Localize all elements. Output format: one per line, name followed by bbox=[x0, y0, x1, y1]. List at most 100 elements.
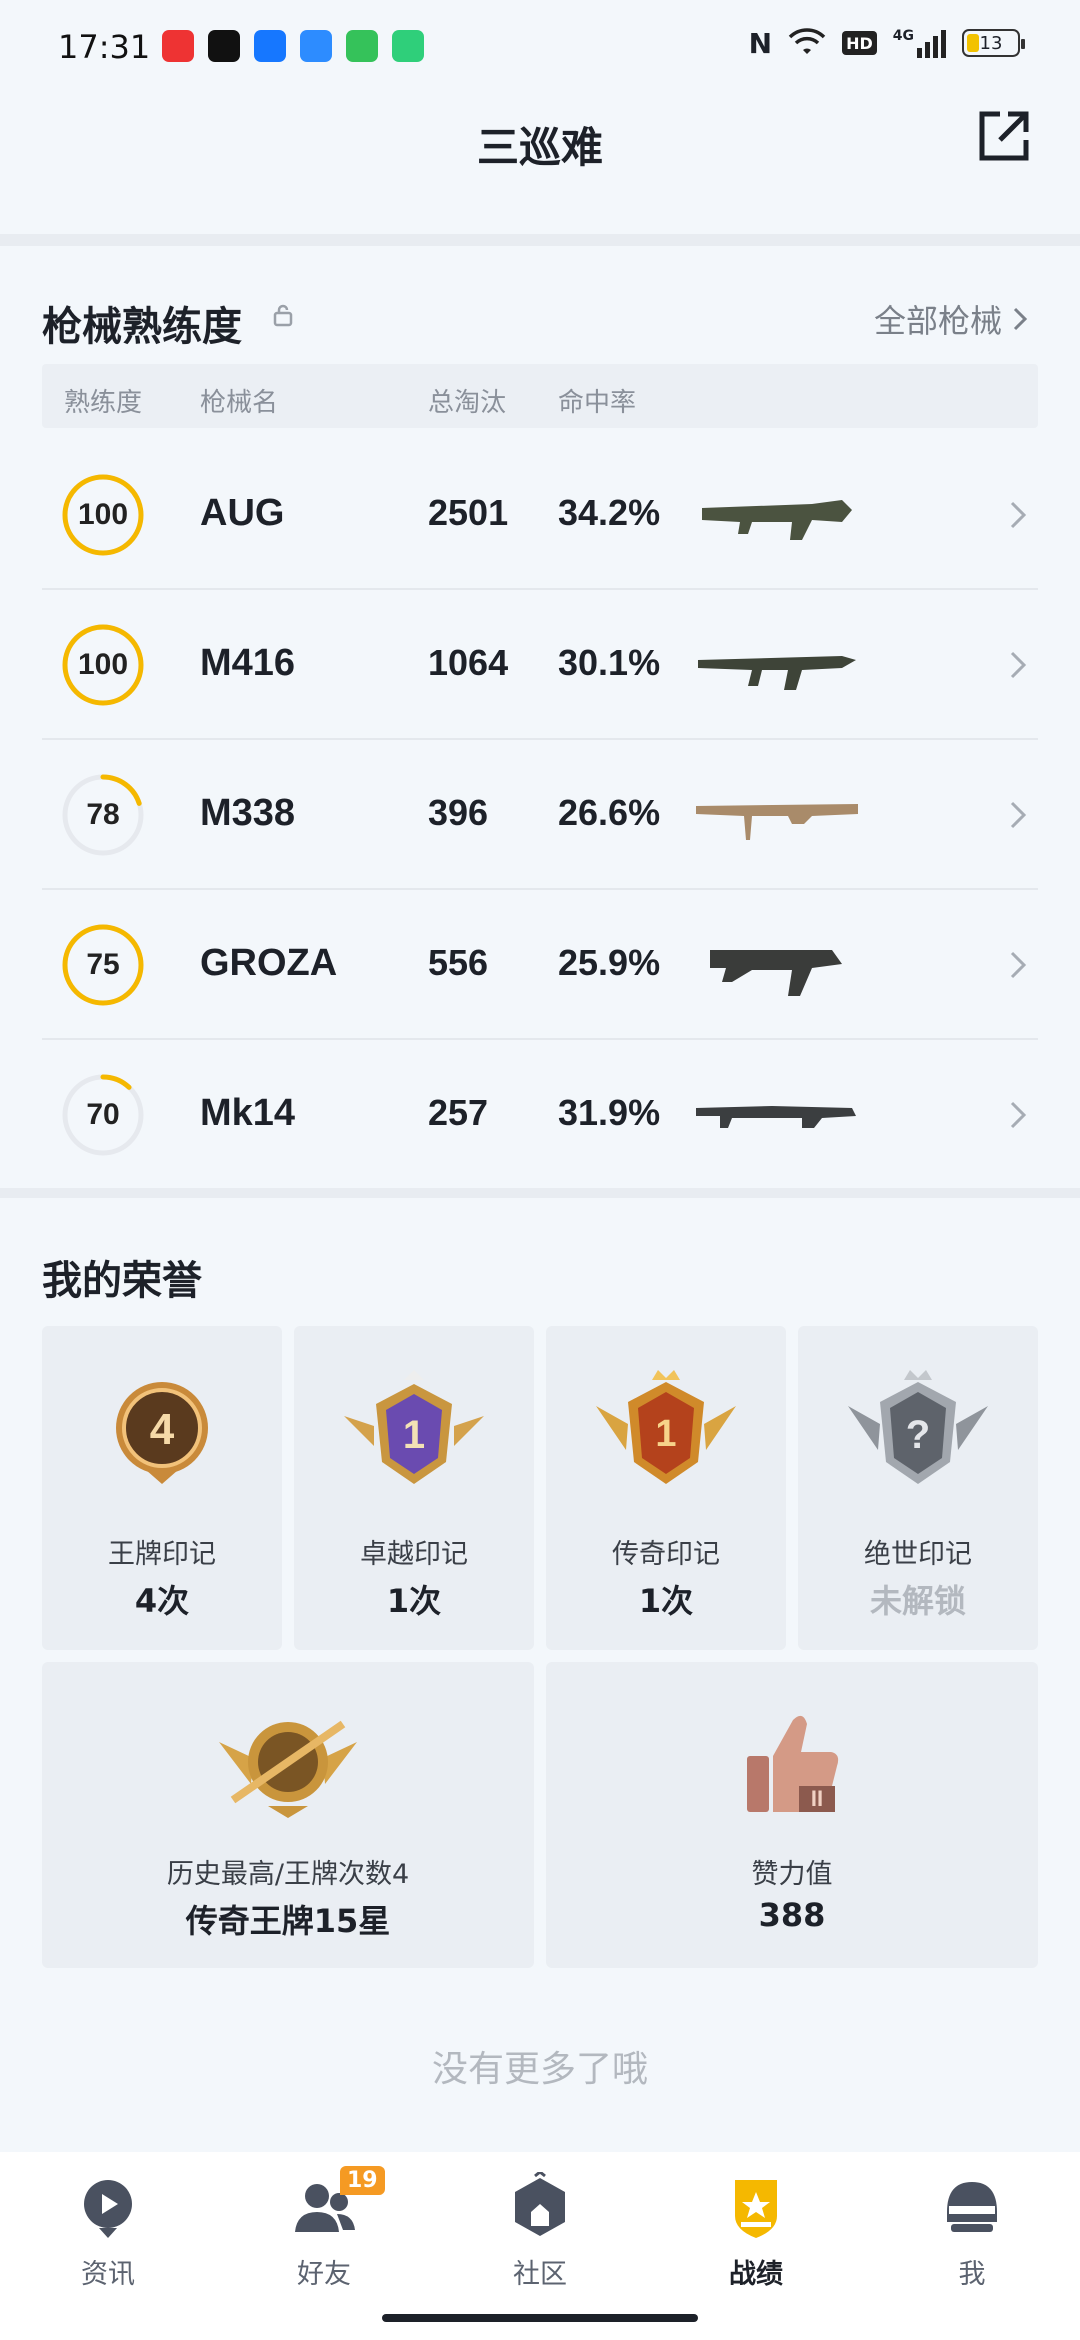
helmet-icon bbox=[947, 2182, 997, 2232]
network-type: 4G bbox=[892, 28, 914, 44]
honor-card-unrivaled[interactable]: ? 绝世印记 未解锁 bbox=[798, 1326, 1038, 1650]
tiktok-icon bbox=[208, 30, 240, 62]
nav-item-friends[interactable]: 19 好友 bbox=[244, 2166, 404, 2292]
section-divider-2 bbox=[0, 1188, 1080, 1198]
no-more-text: 没有更多了哦 bbox=[431, 2049, 648, 2090]
thumbs-up-icon: II bbox=[747, 1715, 839, 1812]
chevron-right-icon bbox=[1010, 651, 1027, 679]
mastery-value: 75 bbox=[86, 948, 120, 981]
page-header: 三巡难 bbox=[0, 96, 1080, 234]
honor-value: 4次 bbox=[134, 1582, 190, 1620]
legend-emblem-icon: 1 bbox=[596, 1370, 736, 1484]
status-app-icons bbox=[162, 30, 424, 62]
weapon-mastery-title: 枪械熟练度 bbox=[42, 304, 242, 350]
weapon-image-icon bbox=[710, 950, 842, 996]
all-weapons-link[interactable]: 全部枪械 bbox=[874, 296, 1028, 342]
chevron-right-icon bbox=[1013, 307, 1028, 331]
weapon-hit-rate: 30.1% bbox=[558, 642, 661, 683]
honor-value: 1次 bbox=[386, 1582, 442, 1620]
weapon-row[interactable]: 70 Mk14 257 31.9% bbox=[42, 1040, 1038, 1190]
nav-label-me: 我 bbox=[958, 2259, 986, 2290]
svg-text:1: 1 bbox=[655, 1413, 676, 1455]
svg-text:1: 1 bbox=[403, 1413, 425, 1457]
message-icon bbox=[346, 30, 378, 62]
honor-value: 388 bbox=[758, 1896, 826, 1934]
honor-card-ace[interactable]: 4 王牌印记 4次 bbox=[42, 1326, 282, 1650]
chevron-right-icon bbox=[1010, 501, 1027, 529]
weapon-kills: 2501 bbox=[428, 492, 509, 533]
battery-app-icon bbox=[392, 30, 424, 62]
alipay-icon bbox=[254, 30, 286, 62]
friends-badge: 19 bbox=[340, 2166, 385, 2195]
chevron-right-icon bbox=[1010, 951, 1027, 979]
col-kills: 总淘汰 bbox=[428, 388, 507, 418]
weapon-hit-rate: 31.9% bbox=[558, 1092, 661, 1133]
honors-title: 我的荣誉 bbox=[42, 1258, 202, 1304]
section-divider bbox=[0, 234, 1080, 246]
community-icon bbox=[515, 2172, 565, 2236]
weapon-row[interactable]: 78 M338 396 26.6% bbox=[42, 740, 1038, 890]
excellence-emblem-icon: 1 bbox=[344, 1370, 484, 1484]
bottom-nav: 资讯 19 好友 社区 战绩 我 bbox=[0, 2152, 1080, 2340]
weapon-name: Mk14 bbox=[200, 1092, 296, 1134]
weapon-row[interactable]: 75 GROZA 556 25.9% bbox=[42, 890, 1038, 1040]
wifi-icon bbox=[788, 28, 826, 54]
nav-item-community[interactable]: 社区 bbox=[460, 2172, 620, 2292]
nav-item-news[interactable]: 资讯 bbox=[28, 2172, 188, 2292]
status-bar: 17:31 N HD 4G 13 bbox=[0, 0, 1080, 96]
chevron-right-icon bbox=[1010, 1101, 1027, 1129]
weapon-kills: 396 bbox=[428, 792, 489, 833]
honor-label: 赞力值 bbox=[751, 1859, 833, 1890]
mastery-value: 70 bbox=[86, 1098, 120, 1131]
status-indicators: N HD 4G 13 bbox=[749, 27, 1025, 60]
highest-rank-emblem-icon bbox=[219, 1720, 357, 1818]
honor-label: 传奇印记 bbox=[612, 1539, 720, 1570]
weapon-image-icon bbox=[696, 1106, 856, 1128]
nav-item-stats[interactable]: 战绩 bbox=[676, 2172, 836, 2292]
svg-text:?: ? bbox=[906, 1413, 930, 1457]
weapon-name: AUG bbox=[200, 492, 285, 534]
hd-icon: HD bbox=[842, 31, 877, 55]
honor-value: 传奇王牌15星 bbox=[185, 1902, 391, 1940]
col-hit-rate: 命中率 bbox=[558, 388, 637, 418]
share-icon[interactable] bbox=[974, 106, 1034, 166]
honor-label: 历史最高/王牌次数4 bbox=[166, 1859, 410, 1890]
battery-icon: 13 bbox=[962, 29, 1025, 57]
all-weapons-label: 全部枪械 bbox=[873, 302, 1002, 340]
weapon-name: M338 bbox=[200, 792, 296, 834]
battery-level: 13 bbox=[979, 32, 1003, 54]
chevron-right-icon bbox=[1010, 801, 1027, 829]
nav-item-me[interactable]: 我 bbox=[892, 2172, 1052, 2292]
weapon-row[interactable]: 100 M416 1064 30.1% bbox=[42, 590, 1038, 740]
honor-value-locked: 未解锁 bbox=[869, 1582, 966, 1620]
weapon-row[interactable]: 100 AUG 2501 34.2% bbox=[42, 440, 1038, 590]
nav-label-news: 资讯 bbox=[81, 2259, 135, 2290]
honor-label: 绝世印记 bbox=[864, 1539, 972, 1570]
weapon-hit-rate: 26.6% bbox=[558, 792, 661, 833]
honor-card-highest-rank[interactable]: 历史最高/王牌次数4 传奇王牌15星 bbox=[42, 1662, 534, 1968]
weapon-hit-rate: 34.2% bbox=[558, 492, 661, 533]
weapon-kills: 556 bbox=[428, 942, 489, 983]
col-mastery: 熟练度 bbox=[64, 388, 143, 418]
page-title: 三巡难 bbox=[476, 123, 603, 172]
honor-card-likes[interactable]: II 赞力值 388 bbox=[546, 1662, 1038, 1968]
svg-text:II: II bbox=[811, 1786, 823, 1811]
svg-text:4: 4 bbox=[150, 1405, 175, 1454]
nav-label-community: 社区 bbox=[513, 2259, 567, 2290]
signal-icon: 4G bbox=[893, 28, 946, 58]
unrivaled-emblem-locked-icon: ? bbox=[848, 1370, 988, 1484]
weapon-image-icon bbox=[702, 500, 852, 540]
mastery-value: 100 bbox=[77, 498, 129, 531]
status-time: 17:31 bbox=[58, 28, 151, 66]
weapon-name: GROZA bbox=[200, 942, 338, 984]
news-icon bbox=[84, 2180, 132, 2238]
honor-card-excellence[interactable]: 1 卓越印记 1次 bbox=[294, 1326, 534, 1650]
weapon-image-icon bbox=[698, 656, 856, 690]
honor-card-legend[interactable]: 1 传奇印记 1次 bbox=[546, 1326, 786, 1650]
ace-emblem-icon: 4 bbox=[116, 1382, 208, 1484]
home-indicator bbox=[382, 2314, 698, 2322]
nav-label-stats: 战绩 bbox=[729, 2259, 783, 2290]
lock-icon bbox=[273, 304, 293, 327]
nav-label-friends: 好友 bbox=[297, 2259, 351, 2290]
mastery-value: 100 bbox=[77, 648, 129, 681]
